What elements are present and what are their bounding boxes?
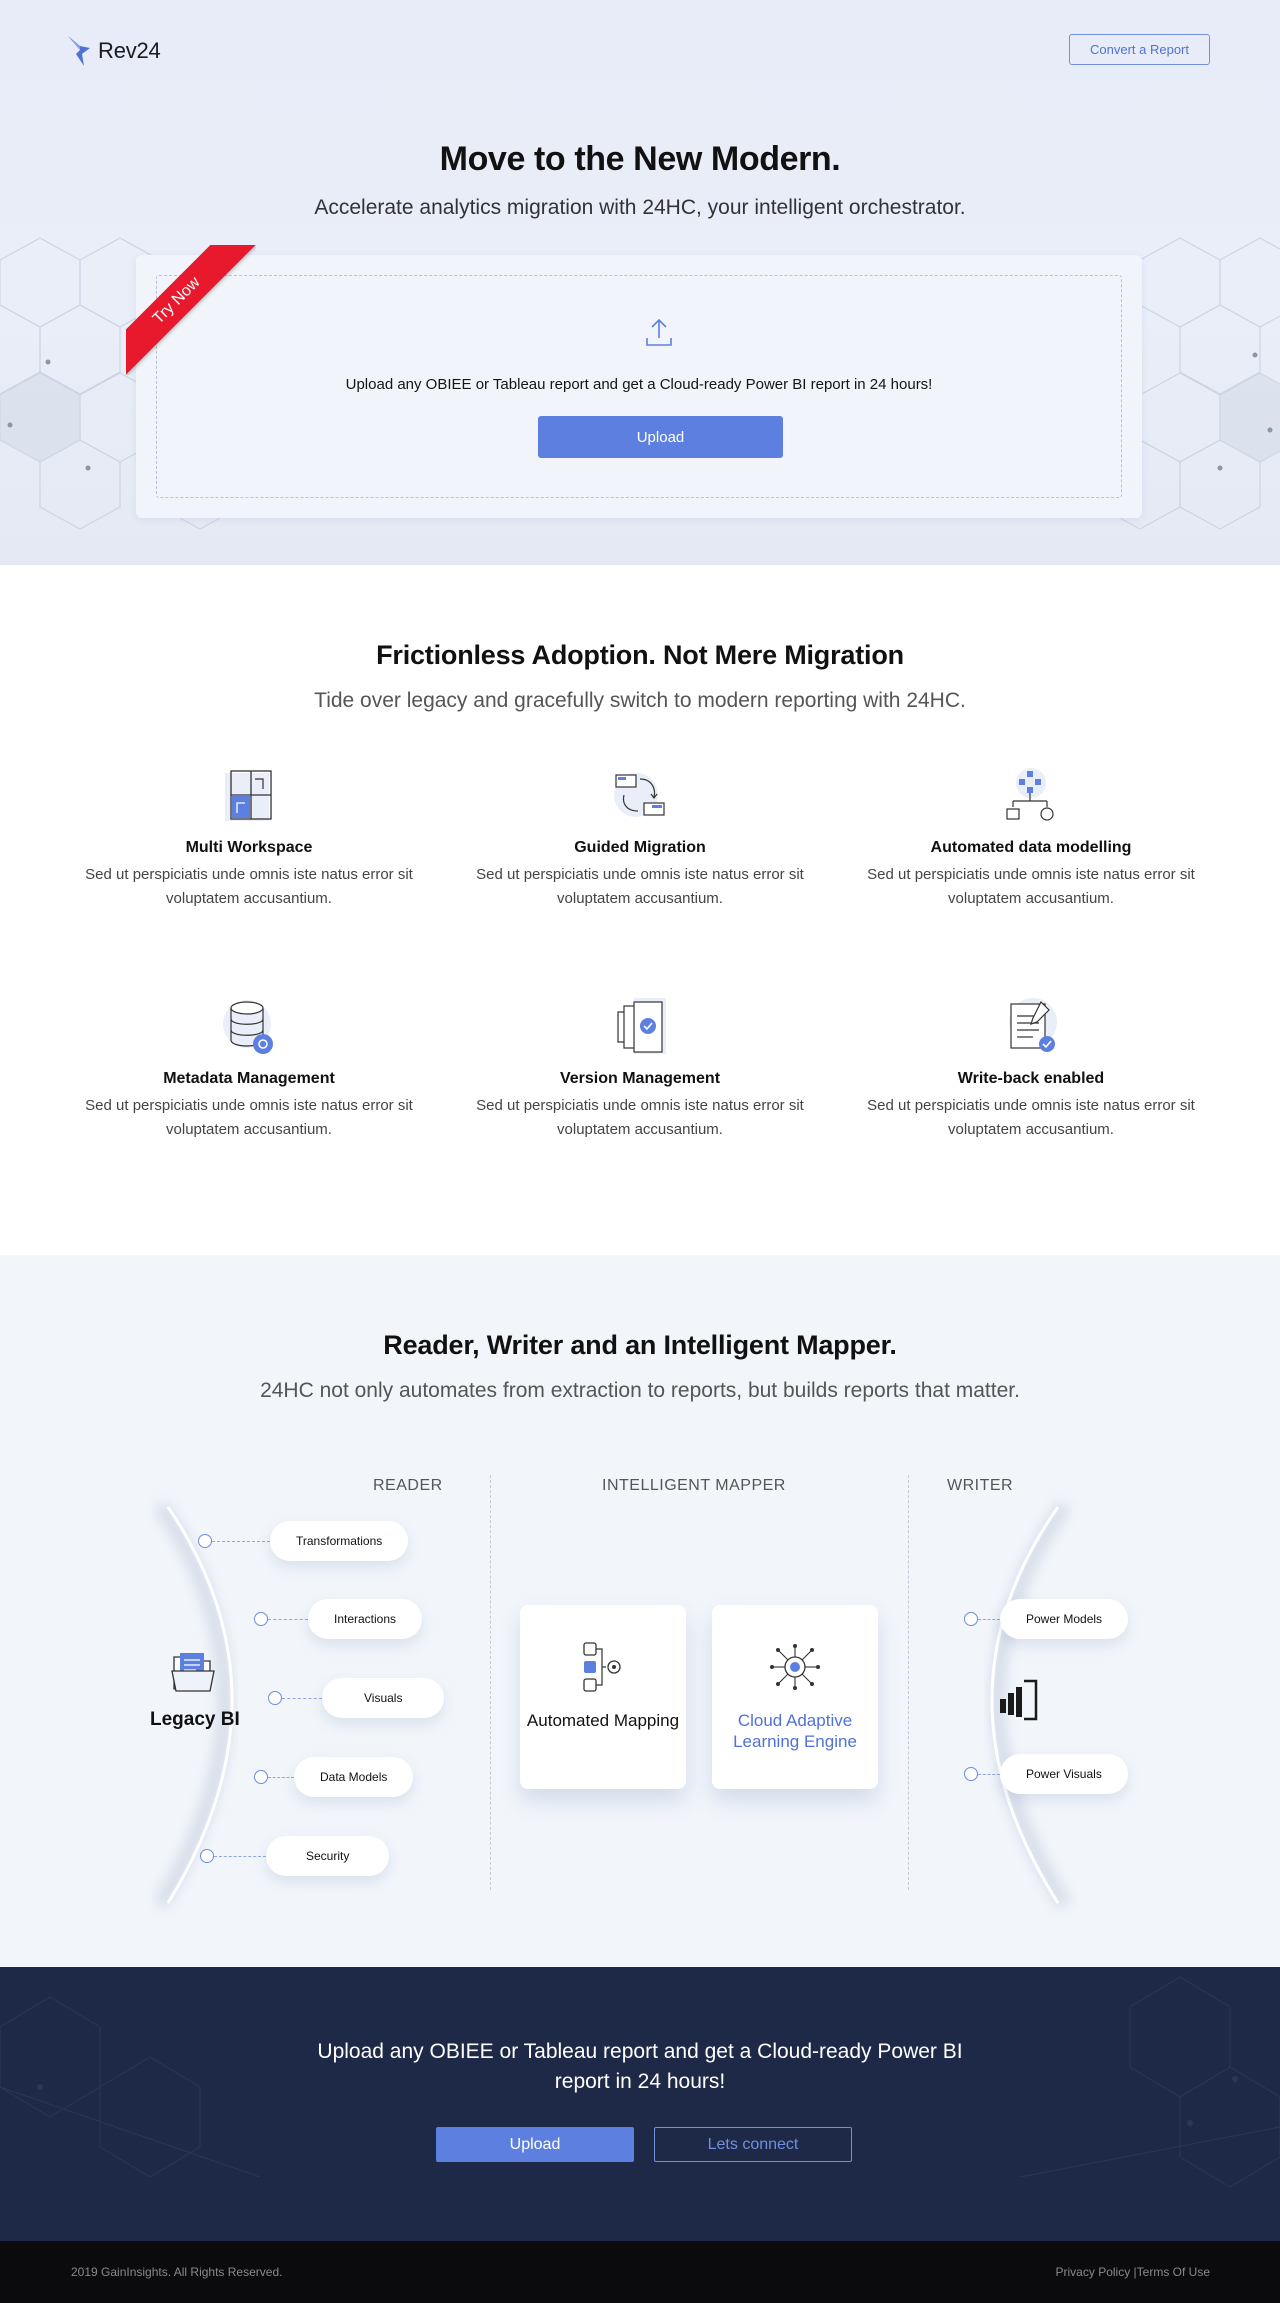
data-model-icon xyxy=(1006,768,1054,821)
lets-connect-button[interactable]: Lets connect xyxy=(654,2127,852,2162)
legacy-bi-label: Legacy BI xyxy=(150,1709,240,1730)
connector-line xyxy=(268,1619,308,1620)
rev24-logo[interactable]: Rev24 xyxy=(66,34,161,68)
feature-description: Sed ut perspiciatis unde omnis iste natu… xyxy=(867,866,1195,907)
connector-line xyxy=(978,1619,1000,1620)
reader-item-visuals[interactable]: Visuals xyxy=(322,1678,445,1718)
automated-mapping-card[interactable]: Automated Mapping xyxy=(520,1605,686,1789)
feature-description: Sed ut perspiciatis unde omnis iste natu… xyxy=(867,1097,1195,1138)
connector-dot xyxy=(268,1691,282,1705)
feature-version-management: Version Management Sed ut perspiciatis u… xyxy=(460,996,820,1142)
upload-drop-zone[interactable]: Upload any OBIEE or Tableau report and g… xyxy=(156,275,1122,498)
connector-line xyxy=(282,1698,322,1699)
network-background-pattern xyxy=(0,1976,1280,2188)
feature-automated-data-modelling: Automated data modelling Sed ut perspici… xyxy=(851,765,1211,911)
feature-description: Sed ut perspiciatis unde omnis iste natu… xyxy=(85,866,413,907)
feature-description: Sed ut perspiciatis unde omnis iste natu… xyxy=(476,866,804,907)
writer-item-power-visuals[interactable]: Power Visuals xyxy=(1000,1754,1128,1794)
connector-dot xyxy=(964,1612,978,1626)
feature-description: Sed ut perspiciatis unde omnis iste natu… xyxy=(476,1097,804,1138)
folder-icon xyxy=(171,1653,215,1692)
write-back-icon xyxy=(1009,998,1057,1052)
reader-item-data-models[interactable]: Data Models xyxy=(294,1757,414,1797)
column-divider xyxy=(490,1475,491,1890)
feature-title: Guided Migration xyxy=(574,839,706,856)
mapper-section: Reader, Writer and an Intelligent Mapper… xyxy=(0,1255,1280,1967)
try-now-ribbon[interactable]: Try Now xyxy=(126,245,256,375)
connector-dot xyxy=(254,1612,268,1626)
migration-icon xyxy=(614,773,665,817)
connector-line xyxy=(212,1541,270,1542)
cta-upload-button[interactable]: Upload xyxy=(436,2127,634,2162)
connector-line xyxy=(978,1774,1000,1775)
ribbon-label: Try Now xyxy=(126,245,256,375)
learning-engine-label: Cloud Adaptive Learning Engine xyxy=(733,1711,857,1751)
cloud-adaptive-learning-engine-card[interactable]: Cloud Adaptive Learning Engine xyxy=(712,1605,878,1789)
intelligent-mapper-heading: INTELLIGENT MAPPER xyxy=(602,1477,786,1494)
workspace-icon xyxy=(225,770,272,821)
feature-write-back-enabled: Write-back enabled Sed ut perspiciatis u… xyxy=(851,996,1211,1142)
feature-guided-migration: Guided Migration Sed ut perspiciatis und… xyxy=(460,765,820,911)
learning-engine-icon xyxy=(770,1644,820,1690)
reader-item-interactions[interactable]: Interactions xyxy=(308,1599,423,1639)
privacy-policy-link[interactable]: Privacy Policy xyxy=(1056,2265,1131,2279)
upload-button[interactable]: Upload xyxy=(538,416,783,458)
feature-title: Write-back enabled xyxy=(957,1070,1105,1087)
copyright-text: 2019 GainInsights. All Rights Reserved. xyxy=(71,2265,283,2279)
convert-report-button[interactable]: Convert a Report xyxy=(1069,34,1210,65)
terms-of-use-link[interactable]: Terms Of Use xyxy=(1137,2265,1210,2279)
connector-dot xyxy=(964,1767,978,1781)
writer-item-power-models[interactable]: Power Models xyxy=(1000,1599,1129,1639)
mapping-icon xyxy=(583,1642,621,1692)
version-icon xyxy=(617,998,666,1054)
reader-heading: READER xyxy=(373,1477,443,1494)
features-subtitle: Tide over legacy and gracefully switch t… xyxy=(314,689,966,712)
upload-icon xyxy=(646,318,672,346)
hero-section: Rev24 Convert a Report Move to the New M… xyxy=(0,0,1280,565)
logo-text: Rev24 xyxy=(98,38,161,63)
footer-links: Privacy Policy |Terms Of Use xyxy=(1056,2265,1210,2279)
database-icon xyxy=(223,1000,273,1054)
feature-title: Multi Workspace xyxy=(185,839,313,856)
cta-section: Upload any OBIEE or Tableau report and g… xyxy=(0,1967,1280,2241)
upload-instruction-text: Upload any OBIEE or Tableau report and g… xyxy=(345,376,933,393)
features-title: Frictionless Adoption. Not Mere Migratio… xyxy=(376,640,904,670)
features-section: Frictionless Adoption. Not Mere Migratio… xyxy=(0,565,1280,1255)
connector-line xyxy=(268,1777,294,1778)
feature-title: Automated data modelling xyxy=(930,839,1132,856)
column-divider xyxy=(908,1475,909,1890)
connector-dot xyxy=(198,1534,212,1548)
bird-logo-icon xyxy=(68,36,90,66)
feature-title: Metadata Management xyxy=(163,1070,335,1087)
hero-title: Move to the New Modern. xyxy=(439,140,841,178)
feature-multi-workspace: Multi Workspace Sed ut perspiciatis unde… xyxy=(69,765,429,911)
writer-heading: WRITER xyxy=(947,1477,1014,1494)
connector-dot xyxy=(254,1770,268,1784)
automated-mapping-label: Automated Mapping xyxy=(526,1711,680,1730)
upload-card: Upload any OBIEE or Tableau report and g… xyxy=(136,255,1142,518)
connector-dot xyxy=(200,1849,214,1863)
reader-item-security[interactable]: Security xyxy=(266,1836,390,1876)
power-bi-icon xyxy=(1000,1679,1038,1721)
footer: 2019 GainInsights. All Rights Reserved. … xyxy=(0,2241,1280,2303)
feature-title: Version Management xyxy=(559,1070,721,1087)
reader-item-transformations[interactable]: Transformations xyxy=(270,1521,409,1561)
feature-metadata-management: Metadata Management Sed ut perspiciatis … xyxy=(69,996,429,1142)
feature-description: Sed ut perspiciatis unde omnis iste natu… xyxy=(85,1097,413,1138)
connector-line xyxy=(214,1856,266,1857)
hero-subtitle: Accelerate analytics migration with 24HC… xyxy=(314,196,966,219)
cta-text: Upload any OBIEE or Tableau report and g… xyxy=(317,2040,963,2093)
